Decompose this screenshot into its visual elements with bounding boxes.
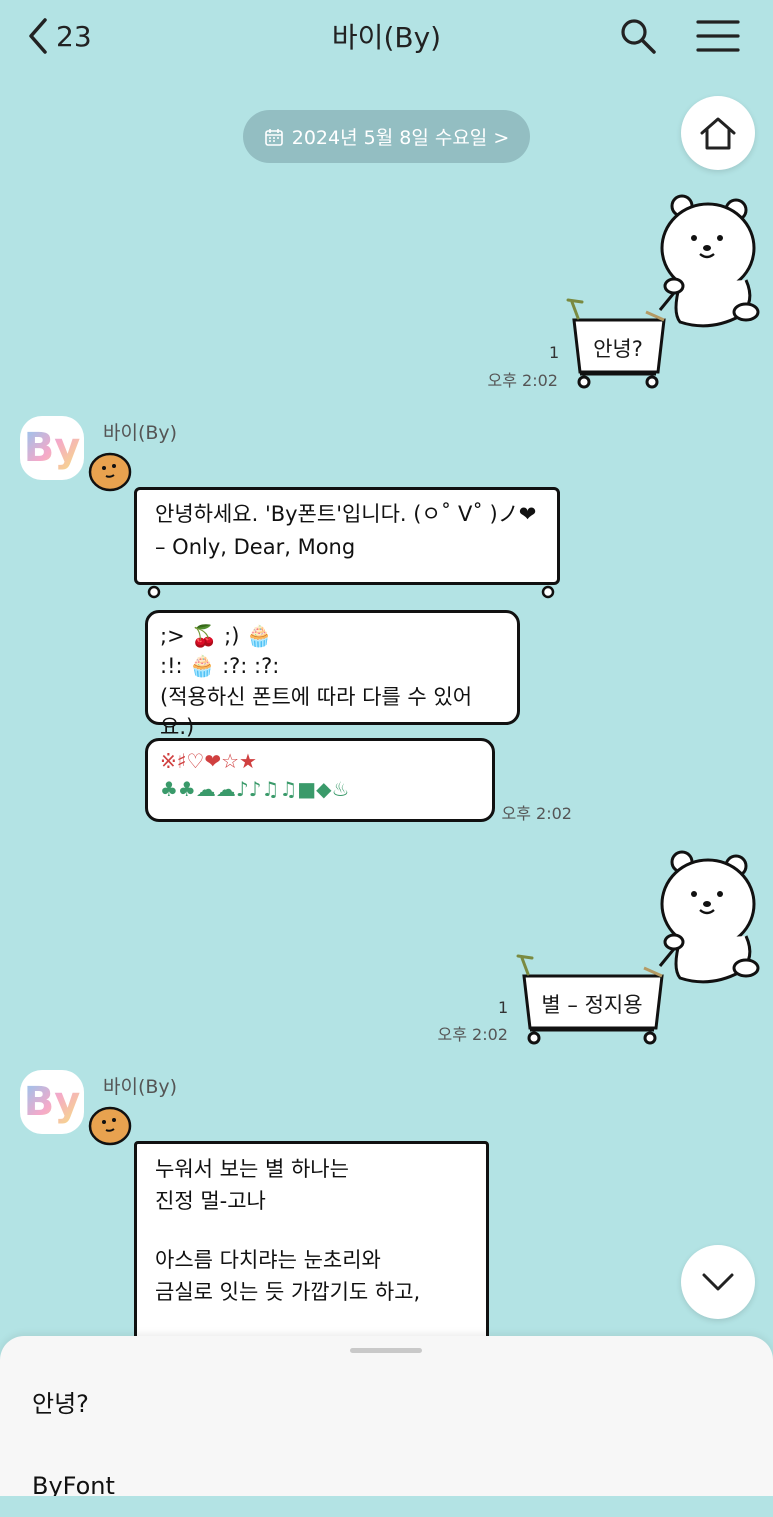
home-icon <box>700 117 736 150</box>
message-text-line: 안녕하세요. 'By폰트'입니다. (ㅇ˚ V˚ )ノ❤ <box>155 502 537 526</box>
sender-avatar[interactable]: By <box>20 1070 84 1134</box>
sent-sticker-text: 안녕? <box>593 337 643 361</box>
message-bubble[interactable]: 누워서 보는 별 하나는 진정 멀-고나 아스름 다치랴는 눈초리와 금실로 잇… <box>134 1141 489 1351</box>
message-time: 오후 2:02 <box>487 371 558 390</box>
chevron-down-icon <box>702 1273 734 1291</box>
unread-count: 1 <box>498 998 509 1017</box>
avatar-logo-text: By <box>23 425 81 471</box>
suggestion-item[interactable]: 안녕? <box>32 1384 89 1419</box>
message-text-line: – Only, Dear, Mong <box>155 534 356 559</box>
potato-character <box>88 450 134 498</box>
scroll-down-button[interactable] <box>681 1245 755 1319</box>
message-bubble[interactable]: 안녕하세요. 'By폰트'입니다. (ㅇ˚ V˚ )ノ❤ – Only, Dea… <box>134 487 560 585</box>
unread-count: 1 <box>549 343 560 362</box>
emoji-line: (적용하신 폰트에 따라 다를 수 있어요.) <box>160 684 473 740</box>
emoji-line: :!: 🧁 :?: :?: <box>160 654 280 679</box>
calendar-icon <box>264 128 283 146</box>
avatar-logo-text: By <box>23 1079 81 1125</box>
emoji-line: ;> 🍒 ;) 🧁 <box>160 624 273 648</box>
suggestion-item[interactable]: ByFont <box>32 1472 115 1496</box>
menu-icon <box>696 20 740 52</box>
sender-name: 바이(By) <box>103 1076 178 1098</box>
emoji-row: ※♯♡❤☆★ <box>160 749 257 773</box>
menu-button[interactable] <box>696 18 740 58</box>
poem-line: 아스름 다치랴는 눈초리와 <box>155 1248 381 1272</box>
sent-sticker-text: 별 – 정지용 <box>541 993 643 1017</box>
search-icon <box>621 19 656 54</box>
message-time: 오후 2:02 <box>501 804 572 823</box>
sender-avatar[interactable]: By <box>20 416 84 480</box>
bottom-edge <box>0 1496 773 1517</box>
date-divider[interactable]: 2024년 5월 8일 수요일 > <box>243 110 530 163</box>
date-label: 2024년 5월 8일 수요일 > <box>291 127 510 149</box>
potato-character <box>88 1104 134 1152</box>
poem-line: 금실로 잇는 듯 가깝기도 하고, <box>155 1279 421 1304</box>
poem-line <box>155 1217 468 1245</box>
sheet-handle[interactable] <box>350 1348 422 1353</box>
suggestion-sheet: 안녕? ByFont <box>0 1336 773 1496</box>
cart-wheels <box>142 584 562 600</box>
search-button[interactable] <box>618 16 658 60</box>
message-time: 오후 2:02 <box>437 1025 508 1044</box>
emoji-message-bubble[interactable]: ※♯♡❤☆★ ♣♣☁☁♪♪♫♫■◆♨ <box>145 738 495 822</box>
chat-header: 23 바이(By) <box>0 0 773 76</box>
poem-line: 진정 멀-고나 <box>155 1188 266 1213</box>
emoji-message-bubble[interactable]: ;> 🍒 ;) 🧁 :!: 🧁 :?: :?: (적용하신 폰트에 따라 다를 … <box>145 610 520 739</box>
emoji-row: ♣♣☁☁♪♪♫♫■◆♨ <box>160 777 350 801</box>
home-button[interactable] <box>681 96 755 170</box>
sender-name: 바이(By) <box>103 422 178 444</box>
poem-line: 누워서 보는 별 하나는 <box>155 1157 349 1181</box>
